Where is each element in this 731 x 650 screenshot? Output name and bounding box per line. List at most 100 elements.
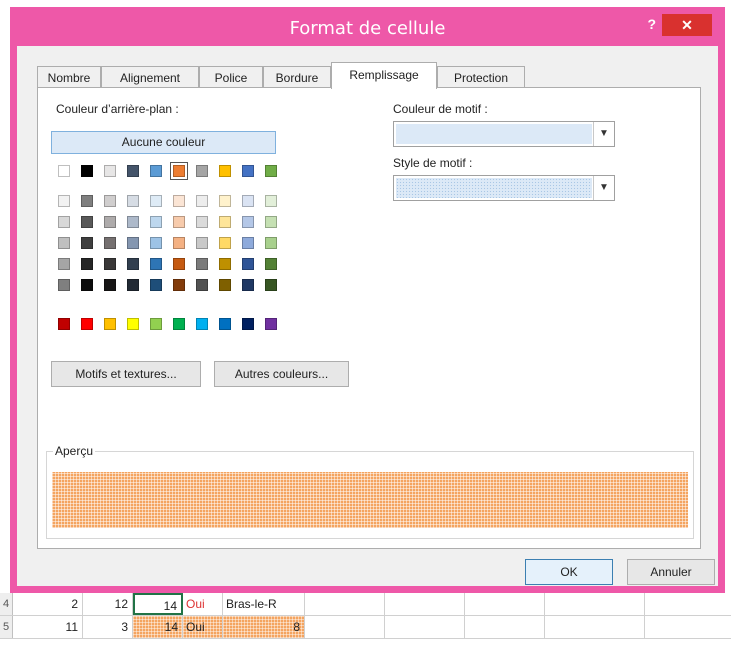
theme-color-swatch[interactable] — [127, 165, 139, 177]
help-button[interactable]: ? — [647, 16, 656, 32]
cell-d5[interactable]: Oui — [183, 616, 223, 638]
theme-shade-swatch[interactable] — [104, 195, 116, 207]
theme-shade-swatch[interactable] — [173, 195, 185, 207]
no-color-button[interactable]: Aucune couleur — [51, 131, 276, 154]
theme-color-swatch[interactable] — [170, 162, 188, 180]
theme-shade-swatch[interactable] — [265, 216, 277, 228]
theme-shade-swatch[interactable] — [150, 237, 162, 249]
cell-f5[interactable] — [305, 616, 385, 638]
theme-shade-swatch[interactable] — [127, 237, 139, 249]
theme-shade-swatch[interactable] — [127, 279, 139, 291]
theme-color-swatch[interactable] — [242, 165, 254, 177]
theme-shade-swatch[interactable] — [104, 216, 116, 228]
standard-color-swatch[interactable] — [58, 318, 70, 330]
theme-shade-swatch[interactable] — [58, 258, 70, 270]
cell-b5[interactable]: 3 — [83, 616, 133, 638]
theme-shade-swatch[interactable] — [242, 216, 254, 228]
tab-font[interactable]: Police — [199, 66, 263, 88]
standard-color-swatch[interactable] — [219, 318, 231, 330]
theme-color-swatch[interactable] — [81, 165, 93, 177]
theme-color-swatch[interactable] — [219, 165, 231, 177]
cell-g4[interactable] — [385, 593, 465, 615]
tab-border[interactable]: Bordure — [263, 66, 331, 88]
cancel-button[interactable]: Annuler — [627, 559, 715, 585]
theme-shade-swatch[interactable] — [127, 195, 139, 207]
chevron-down-icon[interactable]: ▼ — [593, 122, 614, 146]
standard-color-swatch[interactable] — [196, 318, 208, 330]
theme-shade-swatch[interactable] — [219, 258, 231, 270]
theme-shade-swatch[interactable] — [173, 237, 185, 249]
theme-shade-swatch[interactable] — [196, 279, 208, 291]
cell-e5[interactable]: 8 — [223, 616, 305, 638]
standard-color-swatch[interactable] — [127, 318, 139, 330]
cell-h4[interactable] — [465, 593, 545, 615]
standard-color-swatch[interactable] — [173, 318, 185, 330]
theme-shade-swatch[interactable] — [196, 237, 208, 249]
theme-shade-swatch[interactable] — [150, 195, 162, 207]
standard-color-swatch[interactable] — [150, 318, 162, 330]
cell-i4[interactable] — [545, 593, 645, 615]
theme-shade-swatch[interactable] — [58, 195, 70, 207]
theme-shade-swatch[interactable] — [104, 258, 116, 270]
theme-color-swatch[interactable] — [265, 165, 277, 177]
standard-color-swatch[interactable] — [104, 318, 116, 330]
theme-color-swatch[interactable] — [58, 165, 70, 177]
theme-shade-swatch[interactable] — [242, 279, 254, 291]
theme-shade-swatch[interactable] — [58, 279, 70, 291]
cell-c4[interactable]: 14 — [133, 593, 183, 615]
cell-h5[interactable] — [465, 616, 545, 638]
theme-shade-swatch[interactable] — [265, 195, 277, 207]
theme-shade-swatch[interactable] — [219, 195, 231, 207]
theme-color-swatch[interactable] — [196, 165, 208, 177]
theme-shade-swatch[interactable] — [242, 195, 254, 207]
theme-shade-swatch[interactable] — [58, 237, 70, 249]
cell-c5[interactable]: 14 — [133, 616, 183, 638]
theme-shade-swatch[interactable] — [265, 258, 277, 270]
theme-shade-swatch[interactable] — [104, 237, 116, 249]
theme-shade-swatch[interactable] — [242, 258, 254, 270]
tab-alignment[interactable]: Alignement — [101, 66, 199, 88]
fill-effects-button[interactable]: Motifs et textures... — [51, 361, 201, 387]
close-button[interactable]: ✕ — [662, 14, 712, 36]
theme-shade-swatch[interactable] — [150, 258, 162, 270]
ok-button[interactable]: OK — [525, 559, 613, 585]
cell-b4[interactable]: 12 — [83, 593, 133, 615]
theme-shade-swatch[interactable] — [265, 237, 277, 249]
theme-shade-swatch[interactable] — [58, 216, 70, 228]
cell-e4[interactable]: Bras-le-R — [223, 593, 305, 615]
theme-shade-swatch[interactable] — [173, 258, 185, 270]
tab-fill[interactable]: Remplissage — [331, 62, 437, 89]
theme-shade-swatch[interactable] — [127, 258, 139, 270]
tab-protection[interactable]: Protection — [437, 66, 525, 88]
standard-color-swatch[interactable] — [265, 318, 277, 330]
theme-shade-swatch[interactable] — [219, 216, 231, 228]
theme-color-swatch[interactable] — [104, 165, 116, 177]
cell-a5[interactable]: 11 — [13, 616, 83, 638]
theme-shade-swatch[interactable] — [81, 258, 93, 270]
cell-g5[interactable] — [385, 616, 465, 638]
title-bar[interactable]: Format de cellule ? ✕ — [17, 14, 718, 46]
theme-shade-swatch[interactable] — [196, 258, 208, 270]
theme-shade-swatch[interactable] — [150, 279, 162, 291]
theme-shade-swatch[interactable] — [127, 216, 139, 228]
chevron-down-icon[interactable]: ▼ — [593, 176, 614, 200]
theme-shade-swatch[interactable] — [219, 237, 231, 249]
theme-shade-swatch[interactable] — [196, 216, 208, 228]
theme-shade-swatch[interactable] — [104, 279, 116, 291]
cell-d4[interactable]: Oui — [183, 593, 223, 615]
theme-shade-swatch[interactable] — [81, 195, 93, 207]
cell-a4[interactable]: 2 — [13, 593, 83, 615]
cell-i5[interactable] — [545, 616, 645, 638]
theme-shade-swatch[interactable] — [242, 237, 254, 249]
pattern-style-select[interactable]: ▼ — [393, 175, 615, 201]
theme-shade-swatch[interactable] — [219, 279, 231, 291]
theme-shade-swatch[interactable] — [81, 216, 93, 228]
standard-color-swatch[interactable] — [81, 318, 93, 330]
theme-shade-swatch[interactable] — [81, 237, 93, 249]
more-colors-button[interactable]: Autres couleurs... — [214, 361, 349, 387]
theme-color-swatch[interactable] — [150, 165, 162, 177]
standard-color-swatch[interactable] — [242, 318, 254, 330]
theme-shade-swatch[interactable] — [150, 216, 162, 228]
theme-shade-swatch[interactable] — [173, 216, 185, 228]
theme-shade-swatch[interactable] — [265, 279, 277, 291]
